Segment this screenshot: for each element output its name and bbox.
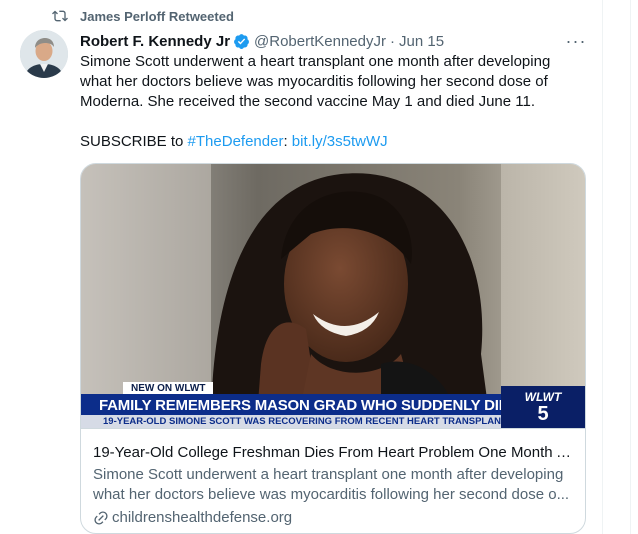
- link-preview-card[interactable]: NEW ON WLWT FAMILY REMEMBERS MASON GRAD …: [80, 163, 586, 534]
- tweet-text-line: Moderna. She received the second vaccine…: [80, 93, 536, 110]
- news-headline: FAMILY REMEMBERS MASON GRAD WHO SUDDENLY…: [81, 394, 519, 417]
- column-divider-outer: [630, 0, 631, 534]
- social-context[interactable]: James Perloff Retweeted: [52, 6, 234, 26]
- tweet[interactable]: James Perloff Retweeted Robert F. Kenned…: [0, 0, 638, 534]
- station-logo: WLWT 5: [501, 386, 585, 428]
- tweet-text: Simone Scott underwent a heart transplan…: [80, 52, 590, 112]
- avatar[interactable]: [20, 30, 68, 78]
- tweet-header: Robert F. Kennedy Jr @RobertKennedyJr · …: [80, 30, 444, 52]
- avatar-portrait: [20, 30, 68, 78]
- subscribe-prefix: SUBSCRIBE to: [80, 133, 188, 150]
- card-domain-text[interactable]: childrenshealthdefense.org: [112, 508, 292, 528]
- link-icon: [93, 510, 109, 526]
- author-handle[interactable]: @RobertKennedyJr: [254, 33, 386, 50]
- subscribe-line: SUBSCRIBE to #TheDefender: bit.ly/3s5twW…: [80, 132, 388, 152]
- retweeted-by-label[interactable]: James Perloff Retweeted: [80, 9, 234, 24]
- card-title[interactable]: 19-Year-Old College Freshman Dies From H…: [93, 443, 575, 463]
- card-description: Simone Scott underwent a heart transplan…: [93, 465, 575, 505]
- station-channel: 5: [537, 403, 549, 425]
- card-domain[interactable]: childrenshealthdefense.org: [93, 508, 292, 528]
- separator-dot: ·: [390, 32, 395, 50]
- card-image[interactable]: NEW ON WLWT FAMILY REMEMBERS MASON GRAD …: [81, 164, 585, 429]
- author-name[interactable]: Robert F. Kennedy Jr: [80, 33, 230, 50]
- card-description-line: what her doctors believe was myocarditis…: [93, 486, 570, 503]
- tweet-text-line: Simone Scott underwent a heart transplan…: [80, 53, 551, 70]
- verified-badge-icon: [233, 33, 250, 50]
- tweet-text-line: what her doctors believe was myocarditis…: [80, 73, 548, 90]
- hashtag-link[interactable]: #TheDefender: [188, 133, 284, 150]
- more-icon[interactable]: ···: [566, 31, 586, 51]
- short-link[interactable]: bit.ly/3s5twWJ: [292, 133, 388, 150]
- colon: :: [283, 133, 288, 150]
- news-subline: 19-YEAR-OLD SIMONE SCOTT WAS RECOVERING …: [81, 415, 507, 428]
- retweet-icon: [52, 8, 68, 24]
- tweet-timestamp[interactable]: Jun 15: [399, 33, 444, 50]
- card-description-line: Simone Scott underwent a heart transplan…: [93, 466, 564, 483]
- column-divider: [602, 0, 603, 534]
